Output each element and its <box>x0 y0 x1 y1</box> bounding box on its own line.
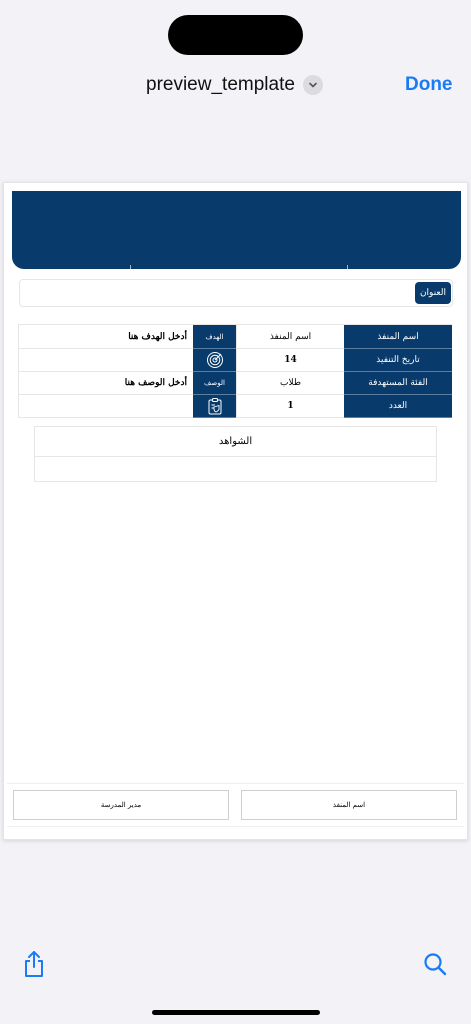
principal-signature: مدير المدرسة <box>13 790 229 820</box>
goal-value-spacer <box>19 349 193 372</box>
banner-tick <box>347 265 348 269</box>
document-preview: العنوان اسم المنفذ تاريخ التنفيذ الفئة ا… <box>3 182 468 840</box>
description-value: أدخل الوصف هنا <box>19 372 193 395</box>
evidence-box: الشواهد <box>34 426 437 482</box>
count-value: 1 <box>236 395 344 418</box>
home-indicator <box>152 1010 320 1015</box>
banner-tick <box>130 265 131 269</box>
done-button[interactable]: Done <box>405 72 453 98</box>
title-row: العنوان <box>19 279 453 307</box>
file-title-menu[interactable]: preview_template <box>146 72 323 98</box>
share-icon[interactable] <box>22 950 46 982</box>
row-header-target: الفئة المستهدفة <box>344 372 452 395</box>
goal-value: أدخل الهدف هنا <box>19 325 193 349</box>
description-label: الوصف <box>193 372 236 395</box>
signature-footer: مدير المدرسة اسم المنفذ <box>7 783 464 827</box>
row-header-count: العدد <box>344 395 452 418</box>
file-title: preview_template <box>146 74 295 95</box>
goal-label: الهدف <box>193 325 236 349</box>
row-header-date: تاريخ التنفيذ <box>344 349 452 372</box>
info-table: اسم المنفذ تاريخ التنفيذ الفئة المستهدفة… <box>18 324 452 418</box>
evidence-title: الشواهد <box>35 427 436 457</box>
title-label: العنوان <box>414 282 451 304</box>
description-value-spacer <box>19 395 193 418</box>
clipboard-icon <box>193 395 236 418</box>
chevron-down-icon <box>302 75 323 95</box>
target-value: طلاب <box>236 372 344 395</box>
row-header-executor: اسم المنفذ <box>344 325 452 349</box>
executor-signature: اسم المنفذ <box>241 790 457 820</box>
date-value: 14 <box>236 349 344 372</box>
header-banner <box>12 191 461 269</box>
target-icon <box>193 349 236 372</box>
dynamic-island <box>168 15 303 55</box>
executor-value: اسم المنفذ <box>236 325 344 349</box>
search-icon[interactable] <box>423 952 447 980</box>
